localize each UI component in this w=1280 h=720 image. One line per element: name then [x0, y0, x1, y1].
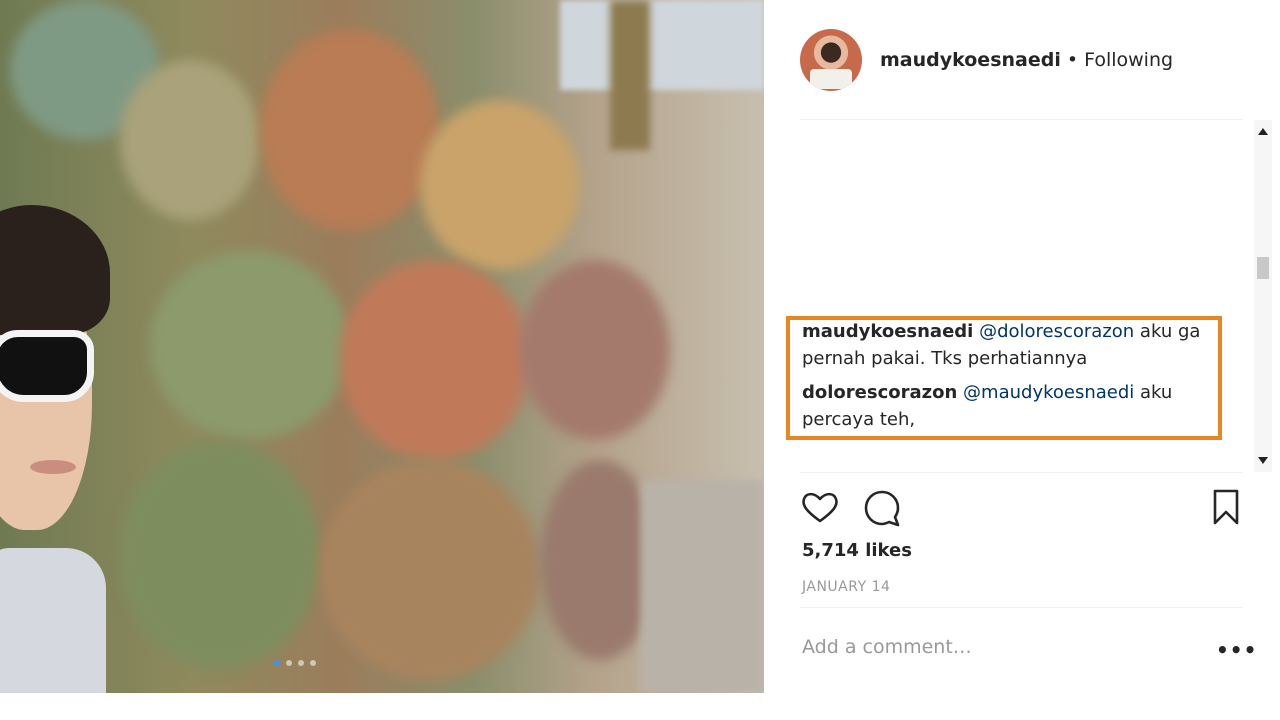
child-hair — [0, 205, 110, 335]
separator-dot: • — [1066, 49, 1079, 71]
action-bar — [800, 488, 1242, 528]
comment-item: dolorescorazon @maudykoesnaedi aku perca… — [802, 379, 1222, 433]
post-date: JANUARY 14 — [802, 579, 891, 595]
succulent-cluster — [520, 260, 670, 440]
photo-background-path — [640, 480, 764, 693]
photo-background-post — [610, 0, 650, 150]
comment-item: maudykoesnaedi @dolorescorazon aku ga pe… — [802, 318, 1222, 372]
comment-bubble-icon[interactable] — [862, 488, 902, 528]
footer-divider — [800, 607, 1242, 608]
post-details-panel: maudykoesnaedi • Following maudykoesnaed… — [764, 0, 1280, 720]
likes-count[interactable]: 5,714 likes — [802, 540, 912, 561]
avatar[interactable] — [800, 29, 862, 91]
username-link[interactable]: maudykoesnaedi — [880, 49, 1061, 71]
succulent-cluster — [340, 260, 530, 460]
carousel-dot[interactable] — [310, 660, 316, 666]
child-lips — [30, 460, 76, 474]
succulent-cluster — [320, 460, 540, 680]
post-photo[interactable] — [0, 0, 764, 693]
more-options-icon[interactable]: ••• — [1216, 638, 1257, 662]
following-button[interactable]: Following — [1084, 49, 1173, 71]
comment-username[interactable]: maudykoesnaedi — [802, 321, 973, 342]
child-sunglasses — [0, 330, 94, 402]
succulent-cluster — [420, 100, 580, 270]
carousel-dot[interactable] — [286, 660, 292, 666]
succulent-cluster — [260, 30, 440, 230]
carousel-dot[interactable] — [298, 660, 304, 666]
succulent-cluster — [150, 250, 350, 440]
scrollbar-thumb[interactable] — [1257, 257, 1269, 279]
comments-scrollbar[interactable] — [1254, 120, 1272, 472]
scroll-up-arrow-icon[interactable] — [1258, 128, 1268, 135]
child-shirt — [0, 548, 106, 693]
heart-icon[interactable] — [800, 488, 840, 528]
photo-background-sky — [560, 0, 764, 90]
succulent-cluster — [120, 440, 320, 670]
header-text: maudykoesnaedi • Following — [880, 49, 1173, 71]
comment-username[interactable]: dolorescorazon — [802, 382, 957, 403]
carousel-dot[interactable] — [274, 660, 280, 666]
comment-mention[interactable]: @maudykoesnaedi — [963, 382, 1134, 403]
add-comment-input[interactable] — [802, 636, 1162, 658]
succulent-cluster — [120, 60, 260, 220]
comment-mention[interactable]: @dolorescorazon — [979, 321, 1134, 342]
carousel-dots — [274, 660, 316, 666]
post-header: maudykoesnaedi • Following — [800, 28, 1173, 92]
scroll-down-arrow-icon[interactable] — [1258, 457, 1268, 464]
bookmark-icon[interactable] — [1206, 488, 1246, 528]
comments-divider — [800, 472, 1242, 473]
